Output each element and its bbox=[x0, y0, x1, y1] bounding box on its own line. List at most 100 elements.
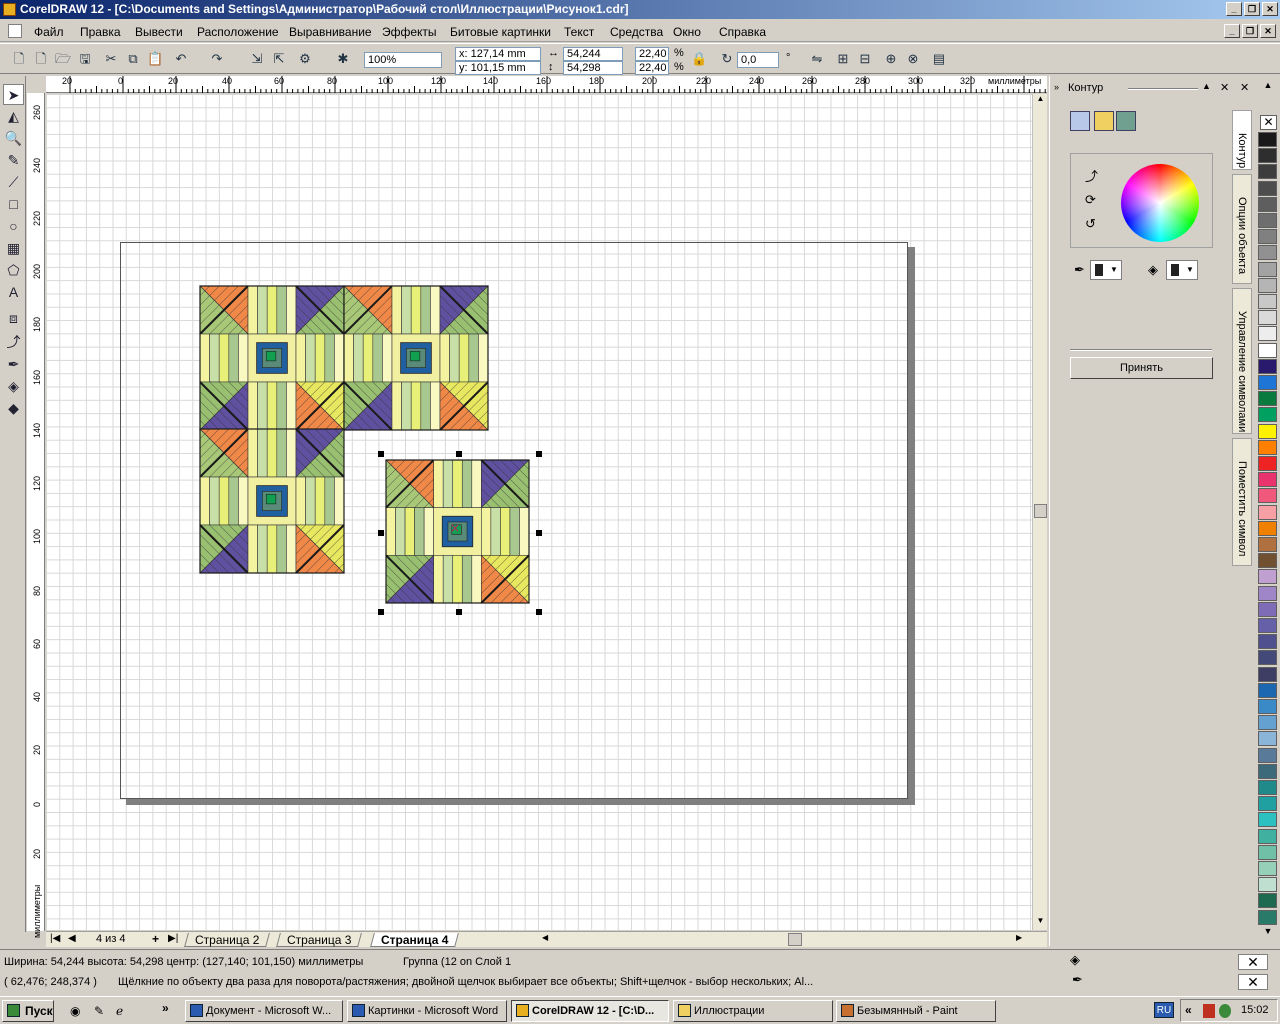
eyedropper-icon[interactable]: ⤴ bbox=[1085, 166, 1098, 185]
scale-x-field[interactable]: 22,40 bbox=[635, 47, 669, 61]
document-icon[interactable] bbox=[8, 24, 22, 38]
undo-icon[interactable]: ↶ bbox=[172, 50, 190, 68]
scroll-left-icon[interactable]: ◀ bbox=[542, 933, 556, 946]
menu-text[interactable]: Текст bbox=[564, 25, 594, 39]
color-swatch[interactable] bbox=[1258, 780, 1277, 795]
fill-color-dropdown[interactable]: ▼ bbox=[1166, 260, 1198, 280]
color-swatch[interactable] bbox=[1258, 472, 1277, 488]
task-coreldraw[interactable]: CorelDRAW 12 - [C:\D... bbox=[511, 1000, 669, 1022]
outline-tool-icon[interactable]: ✒ bbox=[3, 354, 24, 375]
break-apart-icon[interactable]: ⊗ bbox=[904, 50, 922, 68]
corel-online-icon[interactable]: ✱ bbox=[334, 50, 352, 68]
paste-icon[interactable]: 📋 bbox=[146, 50, 164, 68]
tab-page-2[interactable]: Страница 2 bbox=[184, 933, 271, 947]
color-swatch[interactable] bbox=[1258, 229, 1277, 245]
fill-none-swatch[interactable]: ✕ bbox=[1238, 954, 1268, 970]
height-field[interactable]: 54,298 mm bbox=[563, 61, 623, 86]
freehand-tool-icon[interactable]: ✎ bbox=[3, 150, 24, 171]
color-swatch[interactable] bbox=[1258, 731, 1277, 747]
quilt-artwork[interactable]: × bbox=[46, 94, 1032, 930]
doc-close-button[interactable]: ✕ bbox=[1260, 24, 1276, 38]
x-position-field[interactable]: x: 127,14 mm bbox=[455, 47, 541, 61]
tab-insert-symbol[interactable]: Поместить символ bbox=[1232, 438, 1252, 566]
color-swatch[interactable] bbox=[1258, 164, 1277, 180]
pick-tool-icon[interactable]: ➤ bbox=[3, 84, 24, 105]
interactive-fill-tool-icon[interactable]: ◆ bbox=[3, 398, 24, 419]
tab-symbol-manager[interactable]: Управление символами bbox=[1232, 288, 1252, 434]
tab-page-3[interactable]: Страница 3 bbox=[276, 933, 363, 947]
maximize-button[interactable]: ❐ bbox=[1244, 2, 1260, 16]
tab-page-4[interactable]: Страница 4 bbox=[370, 933, 460, 947]
close-button[interactable]: ✕ bbox=[1262, 2, 1278, 16]
combine-icon[interactable]: ⊕ bbox=[882, 50, 900, 68]
color-swatch[interactable] bbox=[1258, 391, 1277, 407]
palette-scroll-up-icon[interactable]: ▲ bbox=[1258, 80, 1278, 94]
docker-close-all-icon[interactable]: ✕ bbox=[1240, 81, 1249, 94]
menu-align[interactable]: Выравнивание bbox=[289, 25, 372, 39]
quicklaunch-icon[interactable]: ◉ bbox=[70, 1004, 80, 1018]
open-icon[interactable]: 🗁 bbox=[54, 50, 72, 68]
reset-color-icon[interactable]: ↺ bbox=[1085, 216, 1096, 232]
width-field[interactable]: 54,244 mm bbox=[563, 47, 623, 72]
outline-center-icon[interactable] bbox=[1094, 111, 1114, 131]
color-swatch[interactable] bbox=[1258, 245, 1277, 261]
color-swatch[interactable] bbox=[1258, 294, 1277, 309]
task-paint[interactable]: Безымянный - Paint bbox=[836, 1000, 996, 1022]
color-swatch[interactable] bbox=[1258, 618, 1277, 633]
menu-arrange[interactable]: Расположение bbox=[197, 25, 279, 39]
menu-file[interactable]: Файл bbox=[34, 25, 64, 39]
outline-color-dropdown[interactable]: ▼ bbox=[1090, 260, 1122, 280]
color-swatch[interactable] bbox=[1258, 650, 1277, 666]
ie-icon[interactable]: ℯ bbox=[116, 1004, 123, 1018]
color-swatch[interactable] bbox=[1258, 909, 1277, 925]
rectangle-tool-icon[interactable]: □ bbox=[3, 194, 24, 215]
color-swatch[interactable] bbox=[1258, 893, 1277, 909]
last-page-icon[interactable]: ▶| bbox=[168, 933, 178, 944]
color-swatch[interactable] bbox=[1258, 407, 1277, 423]
minimize-button[interactable]: _ bbox=[1226, 2, 1242, 16]
tab-object-properties[interactable]: Опции объекта bbox=[1232, 174, 1252, 284]
tab-outline[interactable]: Контур bbox=[1232, 110, 1252, 170]
color-swatch[interactable] bbox=[1258, 569, 1277, 585]
color-swatch[interactable] bbox=[1258, 747, 1277, 763]
color-swatch[interactable] bbox=[1258, 715, 1277, 731]
shape-tool-icon[interactable]: ◭ bbox=[3, 106, 24, 127]
docker-expand-icon[interactable]: » bbox=[1054, 82, 1059, 92]
color-swatch[interactable] bbox=[1258, 537, 1277, 552]
color-swatch[interactable] bbox=[1258, 682, 1277, 698]
color-swatch[interactable] bbox=[1258, 634, 1277, 650]
color-swatch[interactable] bbox=[1258, 504, 1277, 520]
graph-paper-tool-icon[interactable]: ▦ bbox=[3, 238, 24, 259]
tray-expand-icon[interactable]: « bbox=[1185, 1003, 1192, 1017]
color-swatch[interactable] bbox=[1258, 699, 1277, 714]
color-swatch[interactable] bbox=[1258, 844, 1277, 860]
eyedropper-tool-icon[interactable]: ⤴ bbox=[3, 332, 24, 353]
ellipse-tool-icon[interactable]: ○ bbox=[3, 216, 24, 237]
application-launcher-icon[interactable]: ⚙ bbox=[296, 50, 314, 68]
color-swatch[interactable] bbox=[1258, 877, 1277, 893]
y-position-field[interactable]: y: 101,15 mm bbox=[455, 61, 541, 75]
apply-button[interactable]: Принять bbox=[1070, 357, 1213, 379]
import-icon[interactable]: ⇲ bbox=[248, 50, 266, 68]
vertical-scrollbar[interactable]: ▲ ▼ bbox=[1032, 94, 1047, 930]
color-swatch[interactable] bbox=[1258, 423, 1277, 439]
export-icon[interactable]: ⇱ bbox=[270, 50, 288, 68]
scroll-up-icon[interactable]: ▲ bbox=[1034, 94, 1047, 108]
color-swatch[interactable] bbox=[1258, 310, 1277, 326]
color-swatch[interactable] bbox=[1258, 812, 1277, 828]
outline-inside-icon[interactable] bbox=[1116, 111, 1136, 131]
color-swatch[interactable] bbox=[1258, 488, 1277, 504]
add-page-icon[interactable]: + bbox=[152, 932, 159, 946]
new-doc-icon[interactable]: 🗋 bbox=[10, 50, 28, 68]
scroll-down-icon[interactable]: ▼ bbox=[1034, 916, 1047, 930]
save-icon[interactable]: 🖫 bbox=[76, 50, 94, 68]
tray-app-icon[interactable] bbox=[1203, 1004, 1215, 1018]
color-swatch[interactable] bbox=[1258, 666, 1277, 682]
color-swatch[interactable] bbox=[1258, 439, 1277, 455]
color-swatch[interactable] bbox=[1258, 520, 1277, 536]
basic-shapes-tool-icon[interactable]: ⬠ bbox=[3, 260, 24, 281]
language-indicator[interactable]: RU bbox=[1154, 1002, 1174, 1018]
doc-restore-button[interactable]: ❐ bbox=[1242, 24, 1258, 38]
rotation-angle-field[interactable]: 0,0 bbox=[737, 52, 779, 68]
color-swatch[interactable] bbox=[1258, 342, 1277, 358]
